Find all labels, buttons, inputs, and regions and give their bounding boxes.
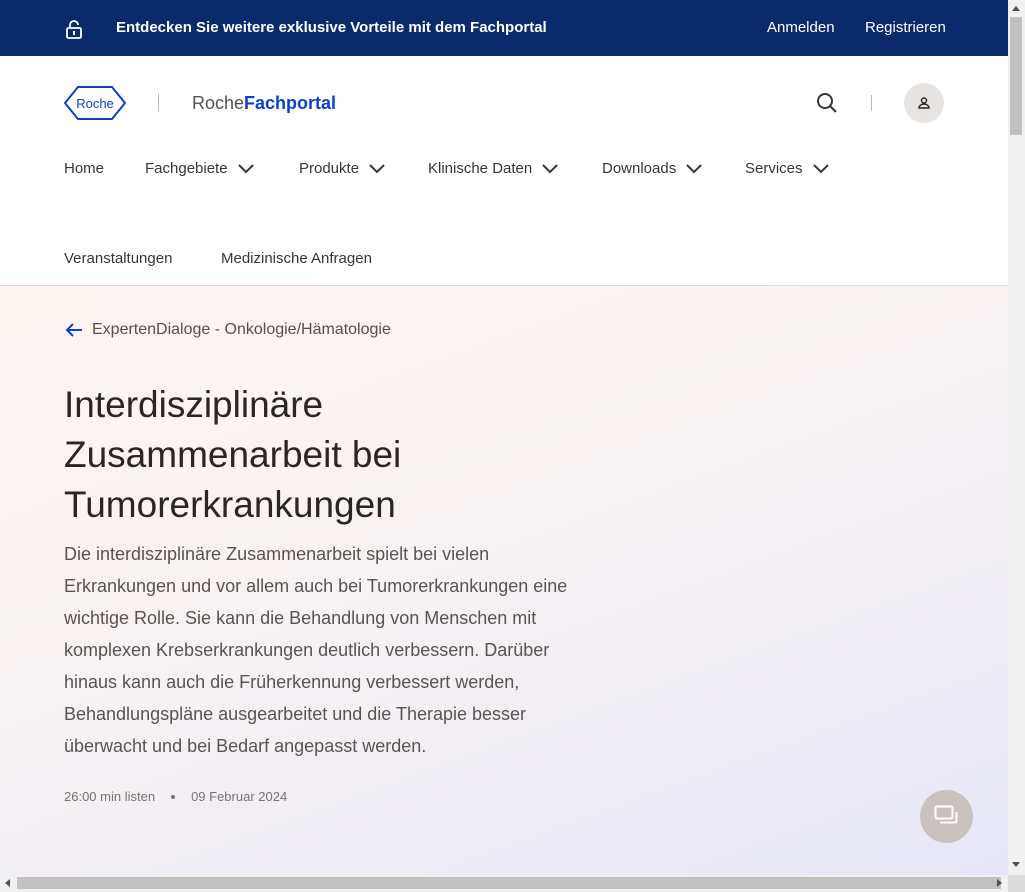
chevron-down-icon — [369, 163, 385, 173]
nav-item-produkte[interactable]: Produkte — [299, 160, 385, 177]
scrollbar-corner — [1008, 875, 1025, 892]
chat-icon — [934, 805, 958, 824]
nav-item-downloads[interactable]: Downloads — [602, 160, 702, 177]
article-lead: Die interdisziplinäre Zusammenarbeit spi… — [64, 544, 568, 756]
brand-name[interactable]: RocheFachportal — [192, 93, 336, 114]
chat-button[interactable] — [920, 790, 973, 843]
chevron-down-icon — [686, 163, 702, 173]
search-icon[interactable] — [814, 90, 840, 116]
nav-label: Produkte — [299, 160, 360, 177]
nav-label: Medizinische Anfragen — [221, 250, 372, 267]
back-link[interactable]: ExpertenDialoge - Onkologie/Hämatologie — [64, 321, 391, 339]
logo-text: Roche — [76, 96, 114, 111]
nav-label: Home — [64, 160, 105, 177]
unlock-icon — [66, 20, 82, 39]
header-divider — [871, 95, 872, 111]
page: Entdecken Sie weitere exklusive Vorteile… — [0, 0, 1008, 875]
chevron-down-icon — [542, 163, 558, 173]
article-meta: 26:00 min listen 09 Februar 2024 — [64, 789, 287, 804]
nav-label: Klinische Daten — [428, 160, 533, 177]
listen-duration: 26:00 min listen — [64, 789, 156, 804]
chevron-down-icon — [237, 163, 254, 173]
nav-item-veranstaltungen[interactable]: Veranstaltungen — [64, 250, 172, 267]
nav-item-home[interactable]: Home — [64, 160, 104, 177]
scroll-right-arrow-icon[interactable] — [997, 879, 1002, 887]
site-header: Roche RocheFachportal Home Fachgebiete P… — [0, 56, 1008, 286]
scroll-down-arrow-icon[interactable] — [1012, 862, 1020, 867]
logo-divider — [158, 94, 159, 111]
nav-label: Fachgebiete — [145, 160, 228, 177]
scroll-up-arrow-icon[interactable] — [1012, 6, 1020, 11]
brand-suffix: Fachportal — [244, 93, 337, 113]
register-link[interactable]: Registrieren — [865, 19, 946, 36]
chevron-down-icon — [812, 163, 829, 173]
nav-label: Services — [745, 160, 803, 177]
publish-date: 09 Februar 2024 — [191, 789, 288, 804]
back-link-label: ExpertenDialoge - Onkologie/Hämatologie — [92, 321, 391, 338]
vertical-scroll-thumb[interactable] — [1010, 17, 1022, 135]
promo-bar: Entdecken Sie weitere exklusive Vorteile… — [0, 0, 1008, 56]
horizontal-scroll-thumb[interactable] — [17, 877, 1001, 889]
user-account-button[interactable] — [904, 83, 944, 123]
user-icon — [918, 97, 930, 109]
scroll-left-arrow-icon[interactable] — [5, 879, 10, 887]
roche-logo[interactable]: Roche — [64, 86, 126, 120]
meta-separator — [171, 794, 176, 799]
brand-prefix: Roche — [192, 93, 245, 113]
nav-item-klinische-daten[interactable]: Klinische Daten — [428, 160, 558, 177]
vertical-scrollbar[interactable] — [1008, 0, 1025, 875]
arrow-left-icon — [65, 323, 82, 337]
nav-label: Veranstaltungen — [64, 250, 173, 267]
horizontal-scrollbar[interactable] — [0, 875, 1008, 892]
nav-label: Downloads — [602, 160, 677, 177]
promo-text: Entdecken Sie weitere exklusive Vorteile… — [116, 19, 547, 36]
login-link[interactable]: Anmelden — [767, 19, 835, 36]
nav-item-services[interactable]: Services — [745, 160, 829, 177]
nav-item-medizinische-anfragen[interactable]: Medizinische Anfragen — [221, 250, 372, 267]
article-hero: ExpertenDialoge - Onkologie/Hämatologie … — [0, 286, 1008, 875]
nav-item-fachgebiete[interactable]: Fachgebiete — [145, 160, 254, 177]
page-title: Interdisziplinäre Zusammenarbeit bei Tum… — [64, 384, 402, 525]
